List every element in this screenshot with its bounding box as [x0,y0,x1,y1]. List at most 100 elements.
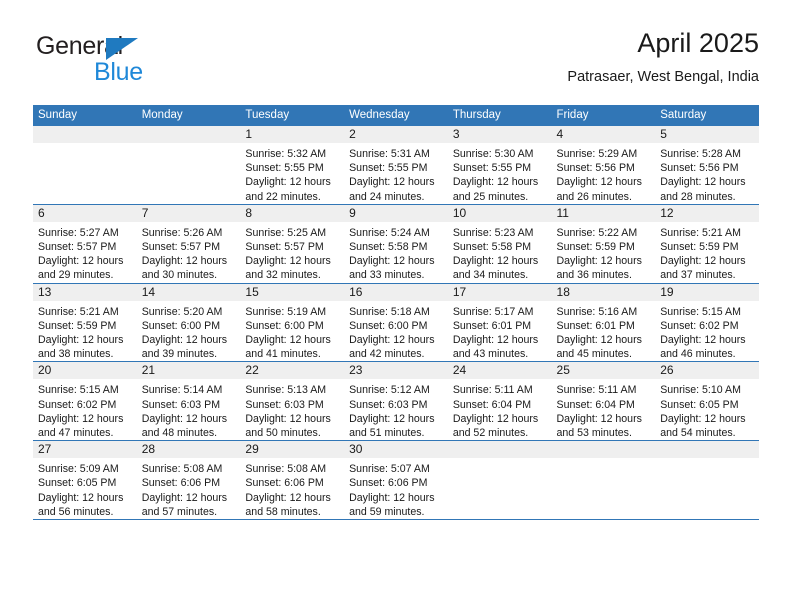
calendar-week-row: 1 Sunrise: 5:32 AM Sunset: 5:55 PM Daylight… [33,126,759,205]
calendar-day-cell[interactable]: 30 Sunrise: 5:07 AM Sunset: 6:06 PM Dayligh… [344,440,448,521]
day-details: Sunrise: 5:11 AM Sunset: 6:04 PM Daylight:… [448,379,552,440]
daylight-duration-line2: and 32 minutes. [245,269,321,282]
calendar-day-cell[interactable]: 28 Sunrise: 5:08 AM Sunset: 6:06 PM Dayligh… [136,440,241,521]
daylight-duration-line1: Daylight: 12 hours [38,334,124,347]
daylight-duration-line1: Daylight: 12 hours [349,491,435,504]
sunrise-time: Sunrise: 5:07 AM [349,463,430,476]
daylight-duration-line1: Daylight: 12 hours [38,412,124,425]
day-details: Sunrise: 5:08 AM Sunset: 6:06 PM Daylight:… [137,458,241,519]
calendar-day-cell[interactable]: 22 Sunrise: 5:13 AM Sunset: 6:03 PM Dayligh… [240,361,345,442]
sunset-time: Sunset: 6:03 PM [141,398,221,411]
calendar-day-cell[interactable]: 27 Sunrise: 5:09 AM Sunset: 6:05 PM Dayligh… [33,440,137,521]
weekday-header-wednesday: Wednesday [344,105,448,126]
day-details: Sunrise: 5:22 AM Sunset: 5:59 PM Daylight:… [552,222,656,283]
daylight-duration-line1: Daylight: 12 hours [556,334,642,347]
sunset-time: Sunset: 6:03 PM [349,398,428,411]
day-number: 15 [240,283,345,301]
general-blue-logo[interactable]: General Blue [36,32,276,92]
daylight-duration-line2: and 52 minutes. [452,427,529,440]
sunrise-time: Sunrise: 5:15 AM [660,305,741,318]
day-number: 18 [551,283,656,301]
sunset-time: Sunset: 6:06 PM [141,477,221,490]
sunrise-time: Sunrise: 5:17 AM [452,305,534,318]
weekday-header-thursday: Thursday [447,105,552,126]
day-details: Sunrise: 5:31 AM Sunset: 5:55 PM Daylight:… [344,143,448,204]
calendar-day-cell[interactable]: 26 Sunrise: 5:10 AM Sunset: 6:05 PM Dayligh… [655,361,759,442]
weekday-header-saturday: Saturday [655,105,759,126]
calendar-day-cell[interactable]: 9 Sunrise: 5:24 AM Sunset: 5:58 PM Daylight… [344,204,448,284]
day-number: 17 [447,283,552,301]
calendar-day-cell[interactable]: 14 Sunrise: 5:20 AM Sunset: 6:00 PM Dayligh… [136,283,241,363]
calendar-day-cell[interactable]: 29 Sunrise: 5:08 AM Sunset: 6:06 PM Dayligh… [240,440,345,521]
calendar-day-cell[interactable]: 21 Sunrise: 5:14 AM Sunset: 6:03 PM Dayligh… [136,361,241,442]
daylight-duration-line1: Daylight: 12 hours [349,334,435,347]
calendar-day-cell[interactable]: 19 Sunrise: 5:15 AM Sunset: 6:02 PM Dayligh… [655,283,759,363]
sunset-time: Sunset: 6:05 PM [660,398,739,411]
day-number: 19 [655,283,759,301]
sunset-time: Sunset: 6:00 PM [245,319,324,332]
calendar-day-cell[interactable]: 3 Sunrise: 5:30 AM Sunset: 5:55 PM Daylight… [447,126,552,205]
day-details: Sunrise: 5:19 AM Sunset: 6:00 PM Daylight:… [240,301,344,362]
daylight-duration-line2: and 58 minutes. [245,505,321,518]
daylight-duration-line1: Daylight: 12 hours [245,176,331,189]
calendar-day-cell[interactable]: 25 Sunrise: 5:11 AM Sunset: 6:04 PM Dayligh… [551,361,656,442]
daylight-duration-line2: and 50 minutes. [245,427,321,440]
calendar-day-cell[interactable]: 17 Sunrise: 5:17 AM Sunset: 6:01 PM Dayligh… [447,283,552,363]
daylight-duration-line1: Daylight: 12 hours [141,491,228,504]
daylight-duration-line2: and 59 minutes. [349,505,425,518]
calendar-empty-cell [136,126,241,205]
sunrise-time: Sunrise: 5:23 AM [452,226,534,239]
daylight-duration-line1: Daylight: 12 hours [556,176,642,189]
sunset-time: Sunset: 6:05 PM [38,477,117,490]
calendar-day-cell[interactable]: 5 Sunrise: 5:28 AM Sunset: 5:56 PM Daylight… [655,126,759,205]
calendar-header-row-group: Sunday Monday Tuesday Wednesday Thursday… [33,105,759,126]
day-number: 10 [447,204,552,222]
calendar-day-cell[interactable]: 6 Sunrise: 5:27 AM Sunset: 5:57 PM Daylight… [33,204,137,284]
calendar-day-cell[interactable]: 4 Sunrise: 5:29 AM Sunset: 5:56 PM Daylight… [551,126,656,205]
calendar-day-cell[interactable]: 11 Sunrise: 5:22 AM Sunset: 5:59 PM Dayligh… [551,204,656,284]
calendar-day-cell[interactable]: 15 Sunrise: 5:19 AM Sunset: 6:00 PM Dayligh… [240,283,345,363]
sunset-time: Sunset: 5:57 PM [245,241,324,254]
calendar-empty-cell [33,126,137,205]
weekday-header-friday: Friday [551,105,656,126]
calendar-body: 1 Sunrise: 5:32 AM Sunset: 5:55 PM Daylight… [33,126,759,521]
daylight-duration-line2: and 29 minutes. [38,269,114,282]
day-number [447,441,552,459]
day-details: Sunrise: 5:23 AM Sunset: 5:58 PM Daylight:… [448,222,552,283]
calendar-day-cell[interactable]: 20 Sunrise: 5:15 AM Sunset: 6:02 PM Dayligh… [33,361,137,442]
day-number: 13 [33,283,137,301]
calendar-day-cell[interactable]: 7 Sunrise: 5:26 AM Sunset: 5:57 PM Daylight… [136,204,241,284]
calendar-day-cell[interactable]: 13 Sunrise: 5:21 AM Sunset: 5:59 PM Dayligh… [33,283,137,363]
calendar-day-cell[interactable]: 23 Sunrise: 5:12 AM Sunset: 6:03 PM Dayligh… [344,361,448,442]
sunset-time: Sunset: 6:01 PM [556,319,635,332]
daylight-duration-line2: and 30 minutes. [141,269,218,282]
daylight-duration-line1: Daylight: 12 hours [452,334,539,347]
day-number: 21 [136,362,241,380]
calendar-day-cell[interactable]: 1 Sunrise: 5:32 AM Sunset: 5:55 PM Daylight… [240,126,345,205]
daylight-duration-line2: and 54 minutes. [660,427,736,440]
sunrise-time: Sunrise: 5:19 AM [245,305,327,318]
calendar-page: General Blue April 2025 Patrasaer, West … [0,0,792,612]
calendar-day-cell[interactable]: 8 Sunrise: 5:25 AM Sunset: 5:57 PM Daylight… [240,204,345,284]
calendar-day-cell[interactable]: 16 Sunrise: 5:18 AM Sunset: 6:00 PM Dayligh… [344,283,448,363]
daylight-duration-line2: and 36 minutes. [556,269,632,282]
calendar-day-cell[interactable]: 24 Sunrise: 5:11 AM Sunset: 6:04 PM Dayligh… [447,361,552,442]
day-details: Sunrise: 5:14 AM Sunset: 6:03 PM Daylight:… [137,379,241,440]
calendar-day-cell[interactable]: 2 Sunrise: 5:31 AM Sunset: 5:55 PM Daylight… [344,126,448,205]
day-details: Sunrise: 5:29 AM Sunset: 5:56 PM Daylight:… [552,143,656,204]
page-header: General Blue April 2025 Patrasaer, West … [33,26,759,98]
daylight-duration-line2: and 38 minutes. [38,348,114,361]
daylight-duration-line2: and 33 minutes. [349,269,425,282]
sunrise-time: Sunrise: 5:29 AM [556,148,638,160]
daylight-duration-line1: Daylight: 12 hours [245,491,331,504]
calendar-day-cell[interactable]: 18 Sunrise: 5:16 AM Sunset: 6:01 PM Dayligh… [551,283,656,363]
calendar-day-cell[interactable]: 10 Sunrise: 5:23 AM Sunset: 5:58 PM Dayligh… [447,204,552,284]
sunset-time: Sunset: 5:56 PM [660,162,739,175]
day-number: 27 [33,441,137,459]
day-number [655,441,759,459]
calendar-day-cell[interactable]: 12 Sunrise: 5:21 AM Sunset: 5:59 PM Dayligh… [655,204,759,284]
daylight-duration-line1: Daylight: 12 hours [452,176,539,189]
calendar-week-row: 20 Sunrise: 5:15 AM Sunset: 6:02 PM Dayligh… [33,361,759,442]
daylight-duration-line2: and 48 minutes. [141,427,218,440]
daylight-duration-line1: Daylight: 12 hours [660,412,746,425]
